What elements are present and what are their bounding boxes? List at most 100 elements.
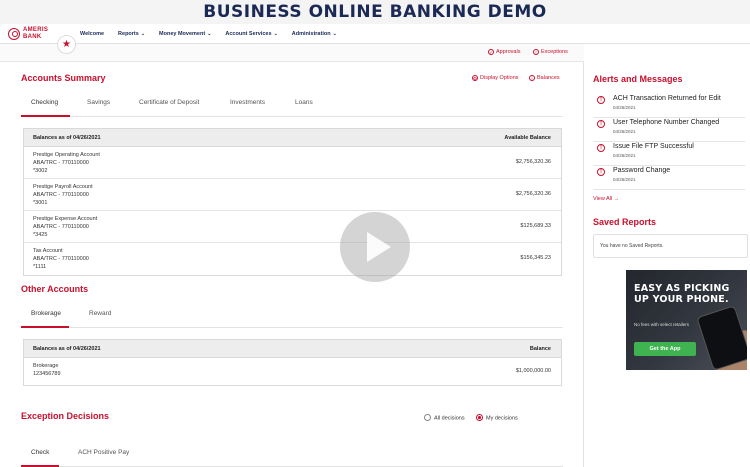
main-menu: Welcome Reports ⌄ Money Movement ⌄ Account…	[80, 24, 351, 44]
checking-balances-table: Balances as of 04/26/2021 Available Bala…	[23, 128, 562, 276]
display-options-link[interactable]: ⚙ Display Options	[472, 75, 519, 81]
alert-icon: !	[597, 144, 605, 152]
active-tab-indicator	[21, 115, 70, 117]
alert-item[interactable]: ! Password Change 04/26/2021	[593, 166, 745, 190]
exception-decisions-title: Exception Decisions	[21, 411, 110, 421]
logo-mark-icon	[8, 27, 20, 40]
account-aba: ABA/TRC - 770110000	[33, 160, 89, 166]
saved-reports-empty-text: You have no Saved Reports.	[600, 243, 664, 249]
chevron-down-icon: ⌄	[207, 31, 212, 37]
account-balance: $125,689.33	[520, 223, 551, 229]
account-number: *3425	[33, 232, 48, 238]
radio-all-decisions[interactable]: All decisions	[424, 414, 465, 422]
view-all-alerts-link[interactable]: View All →	[593, 196, 619, 202]
alert-date: 04/26/2021	[613, 153, 636, 158]
ad-headline-1: EASY AS PICKING	[634, 283, 730, 294]
alert-icon: !	[597, 120, 605, 128]
chevron-down-icon: ⌄	[332, 31, 337, 37]
logo-line-2: BANK	[23, 33, 42, 40]
mobile-app-ad[interactable]: EASY AS PICKING UP YOUR PHONE. No fees w…	[626, 270, 747, 370]
ad-subtext: No fees with select retailers	[634, 322, 690, 327]
tab-certificate-of-deposit[interactable]: Certificate of Deposit	[139, 99, 199, 111]
balances-link[interactable]: i Balances	[529, 75, 560, 81]
nav-welcome[interactable]: Welcome	[80, 31, 104, 37]
other-balances-table: Balances as of 04/26/2021 Balance Broker…	[23, 339, 562, 386]
radio-empty-icon	[424, 414, 431, 421]
alert-date: 04/26/2021	[613, 105, 636, 110]
alert-item[interactable]: ! ACH Transaction Returned for Edit 04/2…	[593, 94, 745, 118]
account-name: Prestige Payroll Account	[33, 184, 93, 190]
chevron-down-icon: ⌄	[140, 31, 146, 37]
nav-money-movement[interactable]: Money Movement ⌄	[159, 31, 211, 37]
balances-date-header: Balances as of 04/26/2021	[33, 346, 101, 352]
available-balance-header: Available Balance	[504, 135, 551, 141]
table-row[interactable]: Tax Account ABA/TRC - 770110000 *1111 $1…	[24, 243, 561, 275]
chevron-down-icon: ⌄	[273, 31, 278, 37]
nav-account-services[interactable]: Account Services ⌄	[225, 31, 277, 37]
check-circle-icon: ✓	[488, 49, 494, 55]
account-number: *3002	[33, 168, 48, 174]
alert-text: User Telephone Number Changed	[613, 119, 720, 126]
phone-image	[696, 305, 747, 370]
approvals-link[interactable]: ✓ Approvals	[488, 49, 520, 55]
info-icon: i	[529, 75, 535, 81]
table-header: Balances as of 04/26/2021 Available Bala…	[24, 129, 561, 147]
alert-date: 04/26/2021	[613, 129, 636, 134]
alert-text: ACH Transaction Returned for Edit	[613, 95, 721, 102]
alert-text: Password Change	[613, 167, 671, 174]
action-bar: ✓ Approvals ! Exceptions	[0, 44, 584, 62]
account-aba: ABA/TRC - 770110000	[33, 256, 89, 262]
tab-loans[interactable]: Loans	[295, 99, 313, 111]
alert-icon: !	[597, 168, 605, 176]
banner-title: BUSINESS ONLINE BANKING DEMO	[203, 2, 547, 22]
accounts-summary-title: Accounts Summary	[21, 73, 106, 83]
alert-circle-icon: !	[533, 49, 539, 55]
tab-reward[interactable]: Reward	[89, 310, 111, 322]
nav-administration[interactable]: Administration ⌄	[292, 31, 337, 37]
account-number: 123456789	[33, 371, 61, 377]
top-navigation: AMERIS BANK Welcome Reports ⌄ Money Movem…	[0, 24, 750, 44]
alert-item[interactable]: ! User Telephone Number Changed 04/26/20…	[593, 118, 745, 142]
tab-savings[interactable]: Savings	[87, 99, 110, 111]
ad-headline-2: UP YOUR PHONE.	[634, 294, 729, 305]
alert-item[interactable]: ! Issue File FTP Successful 04/26/2021	[593, 142, 745, 166]
account-number: *3001	[33, 200, 48, 206]
table-row[interactable]: Prestige Operating Account ABA/TRC - 770…	[24, 147, 561, 179]
tab-brokerage[interactable]: Brokerage	[31, 310, 61, 322]
radio-selected-icon	[476, 414, 483, 421]
table-row[interactable]: Prestige Expense Account ABA/TRC - 77011…	[24, 211, 561, 243]
nav-reports[interactable]: Reports ⌄	[118, 31, 145, 37]
tab-investments[interactable]: Investments	[230, 99, 265, 111]
account-balance: $1,000,000.00	[515, 368, 551, 374]
table-row[interactable]: Prestige Payroll Account ABA/TRC - 77011…	[24, 179, 561, 211]
exceptions-link[interactable]: ! Exceptions	[533, 49, 568, 55]
saved-reports-title: Saved Reports	[593, 217, 657, 227]
accounts-tabs: Checking Savings Certificate of Deposit …	[21, 99, 563, 117]
account-name: Tax Account	[33, 248, 63, 254]
tab-check[interactable]: Check	[31, 449, 49, 461]
main-content: ✓ Approvals ! Exceptions Accounts Summary …	[0, 44, 584, 467]
get-the-app-button[interactable]: Get the App	[634, 342, 696, 356]
radio-my-decisions[interactable]: My decisions	[476, 414, 518, 422]
account-balance: $156,345.23	[520, 255, 551, 261]
active-tab-indicator	[21, 326, 69, 328]
tab-ach-positive-pay[interactable]: ACH Positive Pay	[78, 449, 129, 461]
favorites-star-icon[interactable]: ★	[57, 35, 76, 54]
alert-icon: !	[597, 96, 605, 104]
balance-header: Balance	[529, 346, 551, 352]
right-sidebar: Alerts and Messages ! ACH Transaction Re…	[585, 44, 750, 467]
tab-checking[interactable]: Checking	[31, 99, 58, 111]
alert-text: Issue File FTP Successful	[613, 143, 694, 150]
account-balance: $2,756,320.36	[515, 159, 551, 165]
account-name: Prestige Expense Account	[33, 216, 98, 222]
account-aba: ABA/TRC - 770110000	[33, 224, 89, 230]
table-row[interactable]: Brokerage 123456789 $1,000,000.00	[24, 358, 561, 385]
table-header: Balances as of 04/26/2021 Balance	[24, 340, 561, 358]
settings-icon: ⚙	[472, 75, 478, 81]
account-name: Prestige Operating Account	[33, 152, 100, 158]
bank-logo[interactable]: AMERIS BANK	[8, 27, 48, 40]
other-accounts-tabs: Brokerage Reward	[21, 310, 563, 328]
play-icon[interactable]	[340, 212, 410, 282]
other-accounts-title: Other Accounts	[21, 284, 89, 294]
saved-reports-box: You have no Saved Reports.	[593, 234, 748, 258]
